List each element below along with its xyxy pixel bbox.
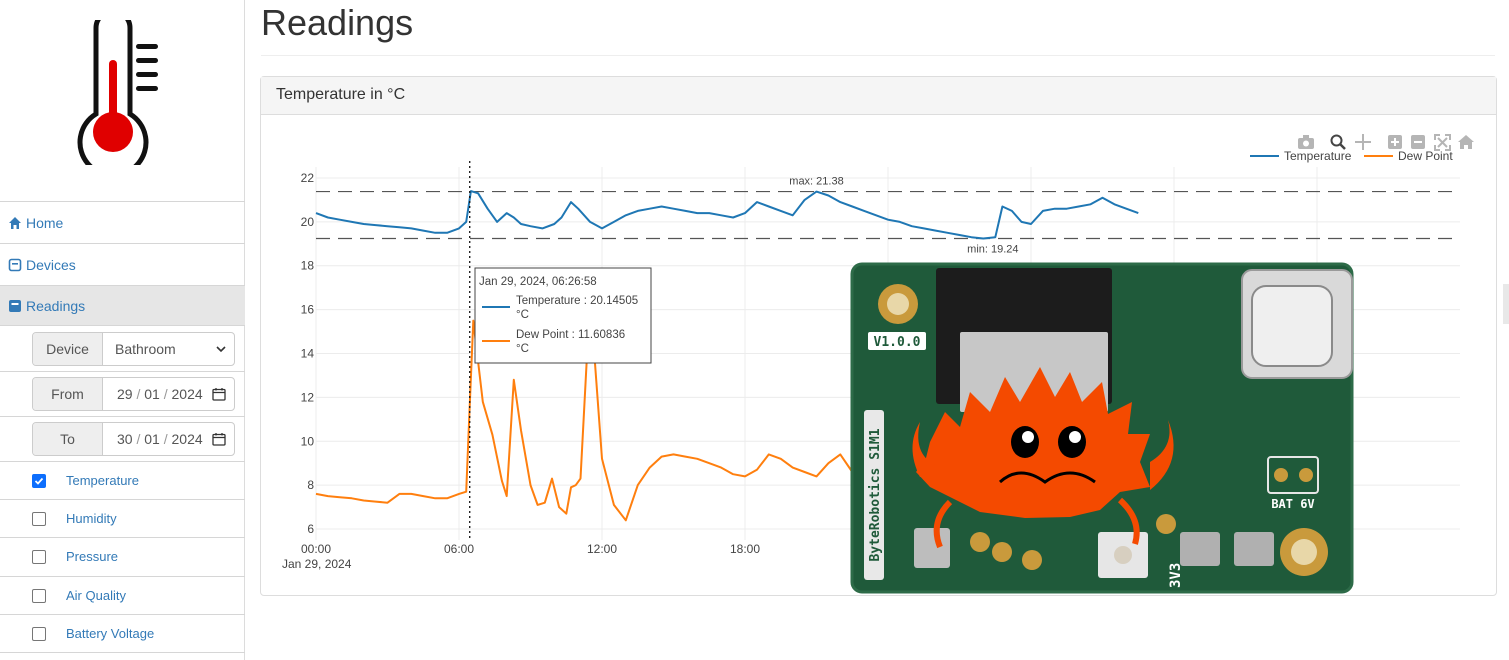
camera-icon[interactable] xyxy=(1298,135,1314,149)
metric-temperature-row[interactable]: Temperature xyxy=(0,461,245,499)
chevron-down-icon xyxy=(216,346,226,353)
scrollbar-edge xyxy=(1503,0,1509,660)
from-date-field[interactable]: From 29 / 01 / 2024 xyxy=(32,377,235,411)
chart-modebar xyxy=(1298,134,1474,151)
metric-battery-row[interactable]: Battery Voltage xyxy=(0,614,245,652)
battery-voltage-checkbox[interactable] xyxy=(32,626,46,641)
nav-devices[interactable]: Devices xyxy=(0,243,245,285)
pressure-checkbox[interactable] xyxy=(32,549,46,564)
temperature-label[interactable]: Temperature xyxy=(66,473,139,488)
humidity-label[interactable]: Humidity xyxy=(66,511,117,526)
reset-axes-icon[interactable] xyxy=(1458,135,1474,149)
y-tick-label: 18 xyxy=(301,259,315,273)
nav-readings-label: Readings xyxy=(26,297,86,314)
home-icon xyxy=(9,216,21,229)
y-tick-label: 20 xyxy=(301,215,315,229)
y-axis-ticks: 22 20 18 16 14 12 10 8 6 xyxy=(301,171,315,536)
hover-tooltip: Jan 29, 2024, 06:26:58 Temperature : 20.… xyxy=(474,267,652,364)
zoom-in-icon[interactable] xyxy=(1388,135,1402,149)
readings-icon xyxy=(9,299,21,312)
to-date-value: 30 / 01 / 2024 xyxy=(117,431,203,447)
y-tick-label: 14 xyxy=(301,347,315,361)
metric-air-quality-row[interactable]: Air Quality xyxy=(0,576,245,614)
x-tick-label: 00:00 xyxy=(301,542,331,556)
y-tick-label: 22 xyxy=(301,171,315,185)
autoscale-icon[interactable] xyxy=(1434,134,1451,151)
svg-text:BAT 6V: BAT 6V xyxy=(1271,497,1314,511)
device-select[interactable]: Device Bathroom xyxy=(32,332,235,366)
svg-text:V1.0.0: V1.0.0 xyxy=(874,335,921,350)
device-icon xyxy=(8,258,22,271)
calendar-icon[interactable] xyxy=(212,432,226,446)
x-tick-label: 12:00 xyxy=(587,542,617,556)
nav-readings[interactable]: Readings xyxy=(0,285,245,326)
series-line-temperature[interactable] xyxy=(315,190,1139,240)
svg-text:3V3: 3V3 xyxy=(1168,563,1184,588)
temperature-checkbox[interactable] xyxy=(32,473,46,488)
tooltip-dew-point-unit: °C xyxy=(516,343,529,355)
zoom-out-icon[interactable] xyxy=(1411,135,1425,149)
y-tick-label: 6 xyxy=(307,522,314,536)
from-label: From xyxy=(33,378,103,410)
y-tick-label: 10 xyxy=(301,434,315,448)
svg-text:ByteRobotics S1M1: ByteRobotics S1M1 xyxy=(868,428,883,561)
to-date-field[interactable]: To 30 / 01 / 2024 xyxy=(32,422,235,456)
nav-home[interactable]: Home xyxy=(0,201,245,243)
y-tick-label: 8 xyxy=(307,478,314,492)
x-axis-date-label: Jan 29, 2024 xyxy=(282,557,352,571)
nav-home-label: Home xyxy=(26,214,64,231)
device-label: Device xyxy=(33,333,103,365)
title-divider xyxy=(261,55,1495,56)
nav-devices-label: Devices xyxy=(26,256,76,273)
x-axis-ticks: 00:00 06:00 12:00 18:00 xyxy=(301,542,760,556)
metric-humidity-row[interactable]: Humidity xyxy=(0,499,245,537)
y-tick-label: 16 xyxy=(301,303,315,317)
battery-voltage-label[interactable]: Battery Voltage xyxy=(66,626,154,641)
max-annotation: max: 21.38 xyxy=(789,176,843,188)
tooltip-temperature: Temperature : 20.14505 xyxy=(516,295,638,307)
from-date-value: 29 / 01 / 2024 xyxy=(117,386,203,402)
thermometer-logo-icon xyxy=(77,20,158,165)
calendar-icon[interactable] xyxy=(212,387,226,401)
legend-dew-point[interactable]: Dew Point xyxy=(1398,149,1453,163)
sidebar: Home Devices Readings Device Bathroom Fr… xyxy=(0,0,245,660)
y-tick-label: 12 xyxy=(301,390,315,404)
x-tick-label: 06:00 xyxy=(444,542,474,556)
metric-pressure-row[interactable]: Pressure xyxy=(0,537,245,575)
pressure-label[interactable]: Pressure xyxy=(66,549,118,564)
humidity-checkbox[interactable] xyxy=(32,511,46,526)
air-quality-checkbox[interactable] xyxy=(32,588,46,603)
device-value: Bathroom xyxy=(115,341,176,357)
legend-temperature[interactable]: Temperature xyxy=(1284,149,1352,163)
tooltip-dew-point: Dew Point : 11.60836 xyxy=(516,329,625,341)
page-title: Readings xyxy=(261,2,414,43)
tooltip-time: Jan 29, 2024, 06:26:58 xyxy=(479,276,597,288)
air-quality-label[interactable]: Air Quality xyxy=(66,588,126,603)
zoom-icon[interactable] xyxy=(1330,134,1346,150)
tooltip-temperature-unit: °C xyxy=(516,309,529,321)
pan-icon[interactable] xyxy=(1355,134,1371,150)
to-label: To xyxy=(33,423,103,455)
min-annotation: min: 19.24 xyxy=(967,244,1018,256)
x-tick-label: 18:00 xyxy=(730,542,760,556)
chart-legend: Temperature Dew Point xyxy=(1250,149,1453,163)
byterobotics-board-image: V1.0.0 BAT 6V ByteRobotics S1M1 3V3 xyxy=(850,262,1354,594)
panel-title: Temperature in °C xyxy=(261,77,1496,115)
